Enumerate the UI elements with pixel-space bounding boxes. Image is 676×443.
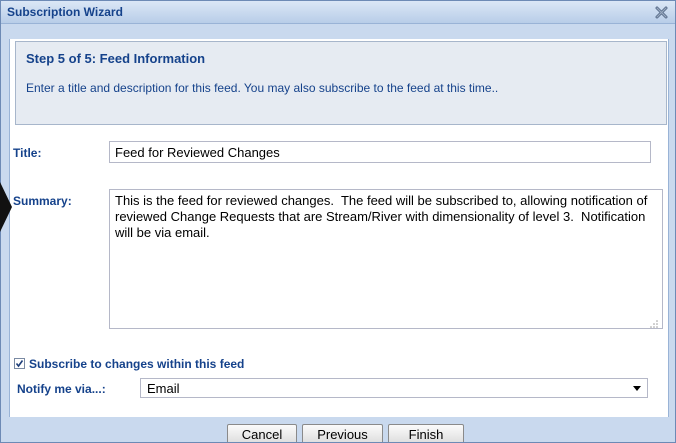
chevron-down-icon[interactable] (633, 386, 641, 391)
dialog-titlebar[interactable]: Subscription Wizard (1, 1, 675, 24)
subscribe-checkbox[interactable] (14, 358, 25, 369)
step-header-panel: Step 5 of 5: Feed Information Enter a ti… (15, 41, 667, 125)
step-heading: Step 5 of 5: Feed Information (26, 51, 206, 66)
pointer-arrow-icon (0, 182, 12, 232)
notify-method-value: Email (147, 381, 180, 396)
notify-label: Notify me via...: (17, 382, 106, 396)
subscribe-label[interactable]: Subscribe to changes within this feed (29, 357, 244, 371)
previous-button[interactable]: Previous (302, 424, 383, 442)
resize-grip-icon[interactable] (649, 317, 659, 328)
subscription-wizard-dialog: Subscription Wizard Step 5 of 5: Feed In… (0, 0, 676, 443)
finish-button[interactable]: Finish (388, 424, 464, 442)
title-label: Title: (13, 146, 42, 160)
cancel-button[interactable]: Cancel (227, 424, 297, 442)
step-description: Enter a title and description for this f… (26, 81, 499, 95)
notify-method-select[interactable]: Email (140, 378, 648, 398)
summary-label: Summary: (13, 194, 72, 208)
close-icon[interactable] (654, 5, 669, 20)
dialog-title: Subscription Wizard (7, 5, 123, 19)
summary-textarea[interactable]: This is the feed for reviewed changes. T… (109, 189, 663, 329)
checkmark-icon (15, 360, 24, 368)
title-input[interactable] (109, 141, 651, 163)
